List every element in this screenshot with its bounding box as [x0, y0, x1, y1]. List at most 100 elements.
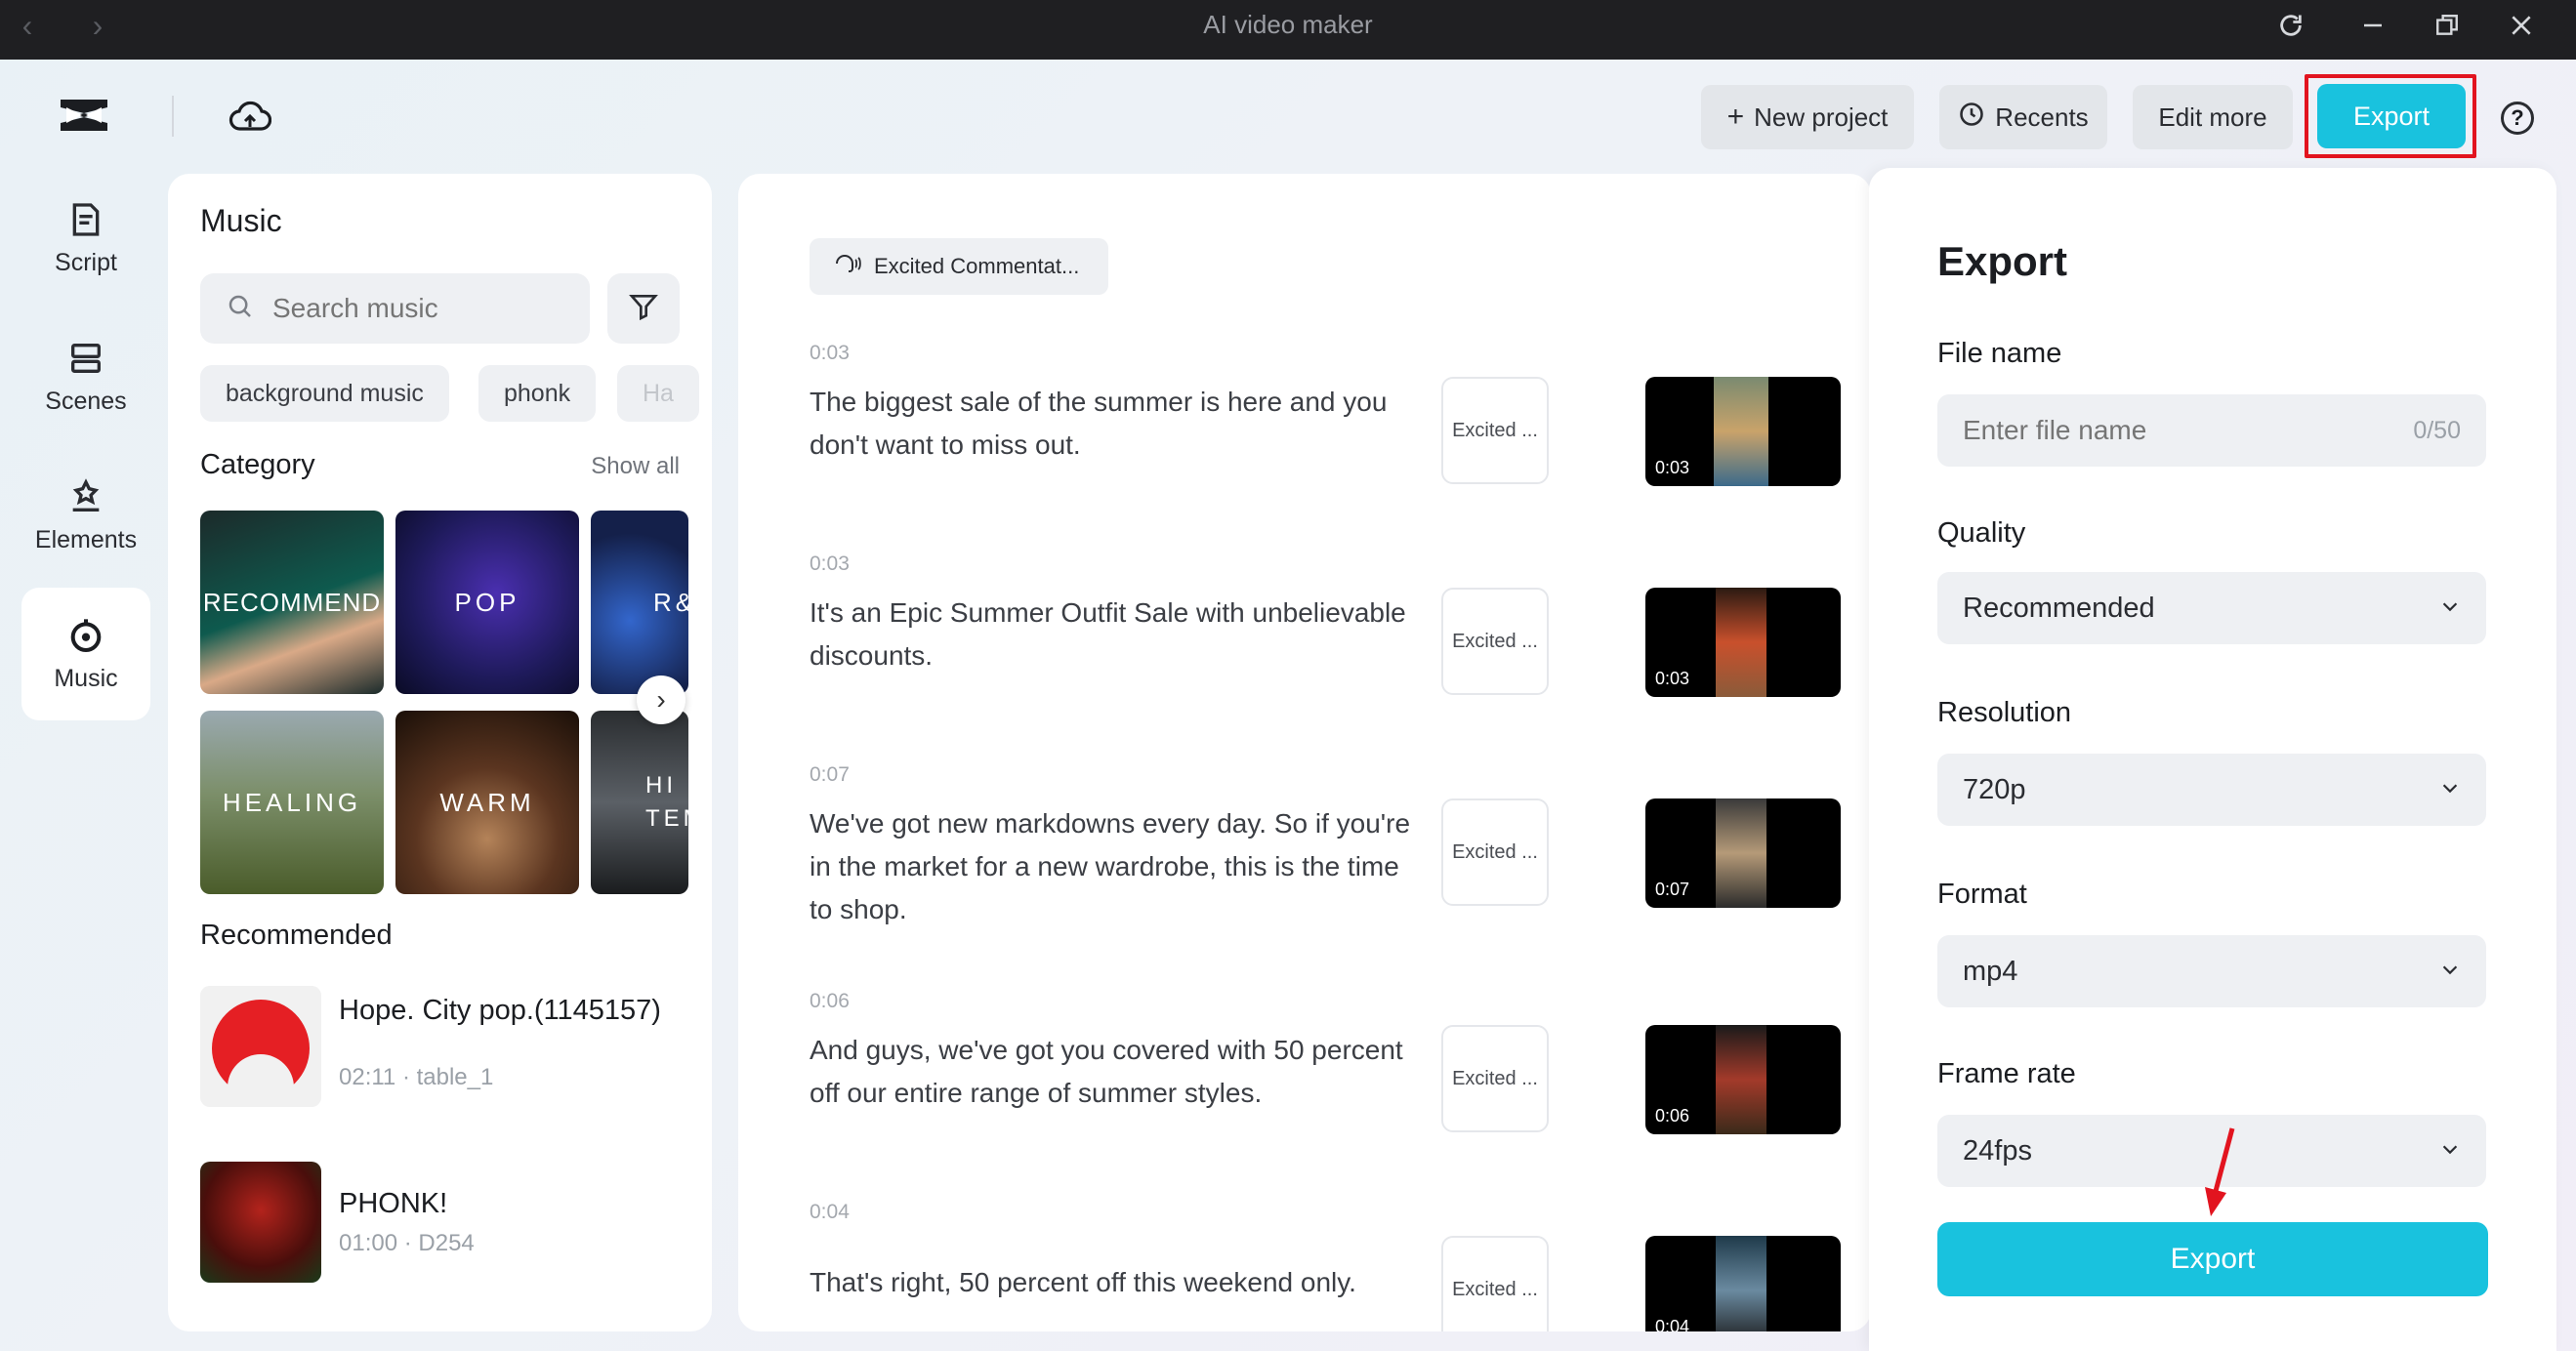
- nav-item-scenes[interactable]: Scenes: [21, 310, 150, 443]
- clip-duration: 0:04: [1655, 1317, 1689, 1331]
- capcut-logo-icon[interactable]: [57, 94, 111, 137]
- chip-ha[interactable]: Ha: [617, 365, 699, 422]
- scene-row[interactable]: 0:06 And guys, we've got you covered wit…: [810, 990, 1864, 1156]
- category-next-button[interactable]: ›: [637, 676, 686, 724]
- chip-background-music[interactable]: background music: [200, 365, 449, 422]
- minimize-icon[interactable]: [2353, 6, 2392, 45]
- category-tile-pop[interactable]: POP: [395, 511, 579, 694]
- category-tile-warm[interactable]: WARM: [395, 711, 579, 894]
- scene-row[interactable]: 0:04 That's right, 50 percent off this w…: [810, 1201, 1864, 1331]
- elements-icon: [66, 477, 105, 516]
- track-name: PHONK!: [339, 1187, 671, 1220]
- resolution-select[interactable]: 720p: [1937, 754, 2486, 826]
- script-panel: Excited Commentat... 0:03 The biggest sa…: [738, 174, 1871, 1331]
- track-item[interactable]: PHONK! 01:00 · D254: [200, 1162, 688, 1283]
- format-select[interactable]: mp4: [1937, 935, 2486, 1007]
- scene-voice-button[interactable]: Excited ...: [1441, 798, 1549, 906]
- frame-rate-value: 24fps: [1963, 1135, 2032, 1167]
- recents-label: Recents: [1995, 102, 2088, 133]
- nav-scenes-label: Scenes: [45, 388, 126, 416]
- clip-duration: 0:07: [1655, 880, 1689, 900]
- clip-duration: 0:03: [1655, 669, 1689, 689]
- edit-more-button[interactable]: Edit more: [2133, 85, 2293, 149]
- clip-duration: 0:06: [1655, 1106, 1689, 1126]
- scene-time: 0:03: [810, 553, 850, 576]
- new-project-label: New project: [1754, 102, 1888, 133]
- edit-more-label: Edit more: [2158, 102, 2266, 133]
- category-label: R&: [653, 588, 688, 618]
- scene-voice-button[interactable]: Excited ...: [1441, 377, 1549, 484]
- quality-label: Quality: [1937, 517, 2025, 550]
- cloud-upload-icon[interactable]: [229, 98, 275, 137]
- file-name-field[interactable]: 0/50: [1937, 394, 2486, 467]
- export-submit-button[interactable]: Export: [1937, 1222, 2488, 1296]
- recommended-title: Recommended: [200, 920, 393, 952]
- refresh-icon[interactable]: [2271, 6, 2310, 45]
- category-tile-healing[interactable]: HEALING: [200, 711, 384, 894]
- music-search-box[interactable]: [200, 273, 590, 344]
- nav-item-script[interactable]: Script: [21, 172, 150, 305]
- voice-label: Excited Commentat...: [874, 254, 1079, 279]
- nav-script-label: Script: [55, 249, 117, 277]
- music-panel-title: Music: [200, 203, 282, 239]
- voice-icon: [833, 251, 862, 282]
- script-icon: [66, 200, 105, 239]
- header-divider: [172, 96, 174, 137]
- scene-voice-button[interactable]: Excited ...: [1441, 1025, 1549, 1132]
- scene-text[interactable]: It's an Epic Summer Outfit Sale with unb…: [810, 592, 1425, 677]
- new-project-button[interactable]: + New project: [1701, 85, 1914, 149]
- scene-voice-button[interactable]: Excited ...: [1441, 1236, 1549, 1331]
- scene-row[interactable]: 0:03 It's an Epic Summer Outfit Sale wit…: [810, 553, 1864, 718]
- nav-item-music[interactable]: Music: [21, 588, 150, 720]
- nav-music-label: Music: [54, 665, 117, 693]
- category-tile-rb[interactable]: R&: [591, 511, 688, 694]
- scene-clip-thumbnail[interactable]: 0:04: [1645, 1236, 1841, 1331]
- scene-text[interactable]: And guys, we've got you covered with 50 …: [810, 1029, 1425, 1115]
- scene-text[interactable]: That's right, 50 percent off this weeken…: [810, 1261, 1425, 1304]
- voice-selector[interactable]: Excited Commentat...: [810, 238, 1108, 295]
- recents-button[interactable]: Recents: [1939, 85, 2107, 149]
- resolution-label: Resolution: [1937, 697, 2071, 729]
- scene-clip-thumbnail[interactable]: 0:06: [1645, 1025, 1841, 1134]
- category-label: HEALING: [223, 788, 361, 818]
- nav-item-elements[interactable]: Elements: [21, 449, 150, 582]
- show-all-link[interactable]: Show all: [591, 453, 680, 480]
- scenes-icon: [66, 339, 105, 378]
- clock-icon: [1958, 101, 1985, 135]
- highlight-box: [2305, 74, 2476, 158]
- track-item[interactable]: Hope. City pop.(1145157) 02:11 · table_1: [200, 986, 688, 1107]
- quality-select[interactable]: Recommended: [1937, 572, 2486, 644]
- category-label: HI TEM: [645, 769, 688, 836]
- file-name-input[interactable]: [1963, 415, 2373, 446]
- close-icon[interactable]: [2502, 6, 2541, 45]
- category-tile-hi-tem[interactable]: HI TEM: [591, 711, 688, 894]
- category-tile-recommend[interactable]: RECOMMEND: [200, 511, 384, 694]
- help-icon[interactable]: ?: [2501, 102, 2534, 135]
- filter-button[interactable]: [607, 273, 680, 344]
- chevron-down-icon: [2439, 774, 2461, 806]
- scene-row[interactable]: 0:07 We've got new markdowns every day. …: [810, 763, 1864, 968]
- scene-text[interactable]: The biggest sale of the summer is here a…: [810, 381, 1425, 467]
- title-bar: ‹ › AI video maker: [0, 0, 2576, 60]
- category-label: WARM: [439, 788, 534, 818]
- scene-text[interactable]: We've got new markdowns every day. So if…: [810, 802, 1425, 931]
- scene-clip-thumbnail[interactable]: 0:03: [1645, 588, 1841, 697]
- quality-value: Recommended: [1963, 593, 2155, 625]
- search-icon: [226, 292, 255, 326]
- scene-voice-button[interactable]: Excited ...: [1441, 588, 1549, 695]
- scene-row[interactable]: 0:03 The biggest sale of the summer is h…: [810, 342, 1864, 508]
- window-title: AI video maker: [0, 0, 2576, 60]
- scene-clip-thumbnail[interactable]: 0:03: [1645, 377, 1841, 486]
- resolution-value: 720p: [1963, 774, 2026, 806]
- scene-time: 0:07: [810, 763, 850, 787]
- track-meta: 02:11 · table_1: [339, 1064, 493, 1091]
- chip-phonk[interactable]: phonk: [478, 365, 596, 422]
- music-search-input[interactable]: [272, 293, 565, 324]
- restore-icon[interactable]: [2428, 6, 2467, 45]
- filter-icon: [628, 291, 659, 327]
- scene-clip-thumbnail[interactable]: 0:07: [1645, 798, 1841, 908]
- plus-icon: +: [1727, 101, 1745, 134]
- chevron-right-icon: ›: [656, 684, 665, 716]
- track-name: Hope. City pop.(1145157): [339, 994, 671, 1027]
- format-label: Format: [1937, 879, 2027, 911]
